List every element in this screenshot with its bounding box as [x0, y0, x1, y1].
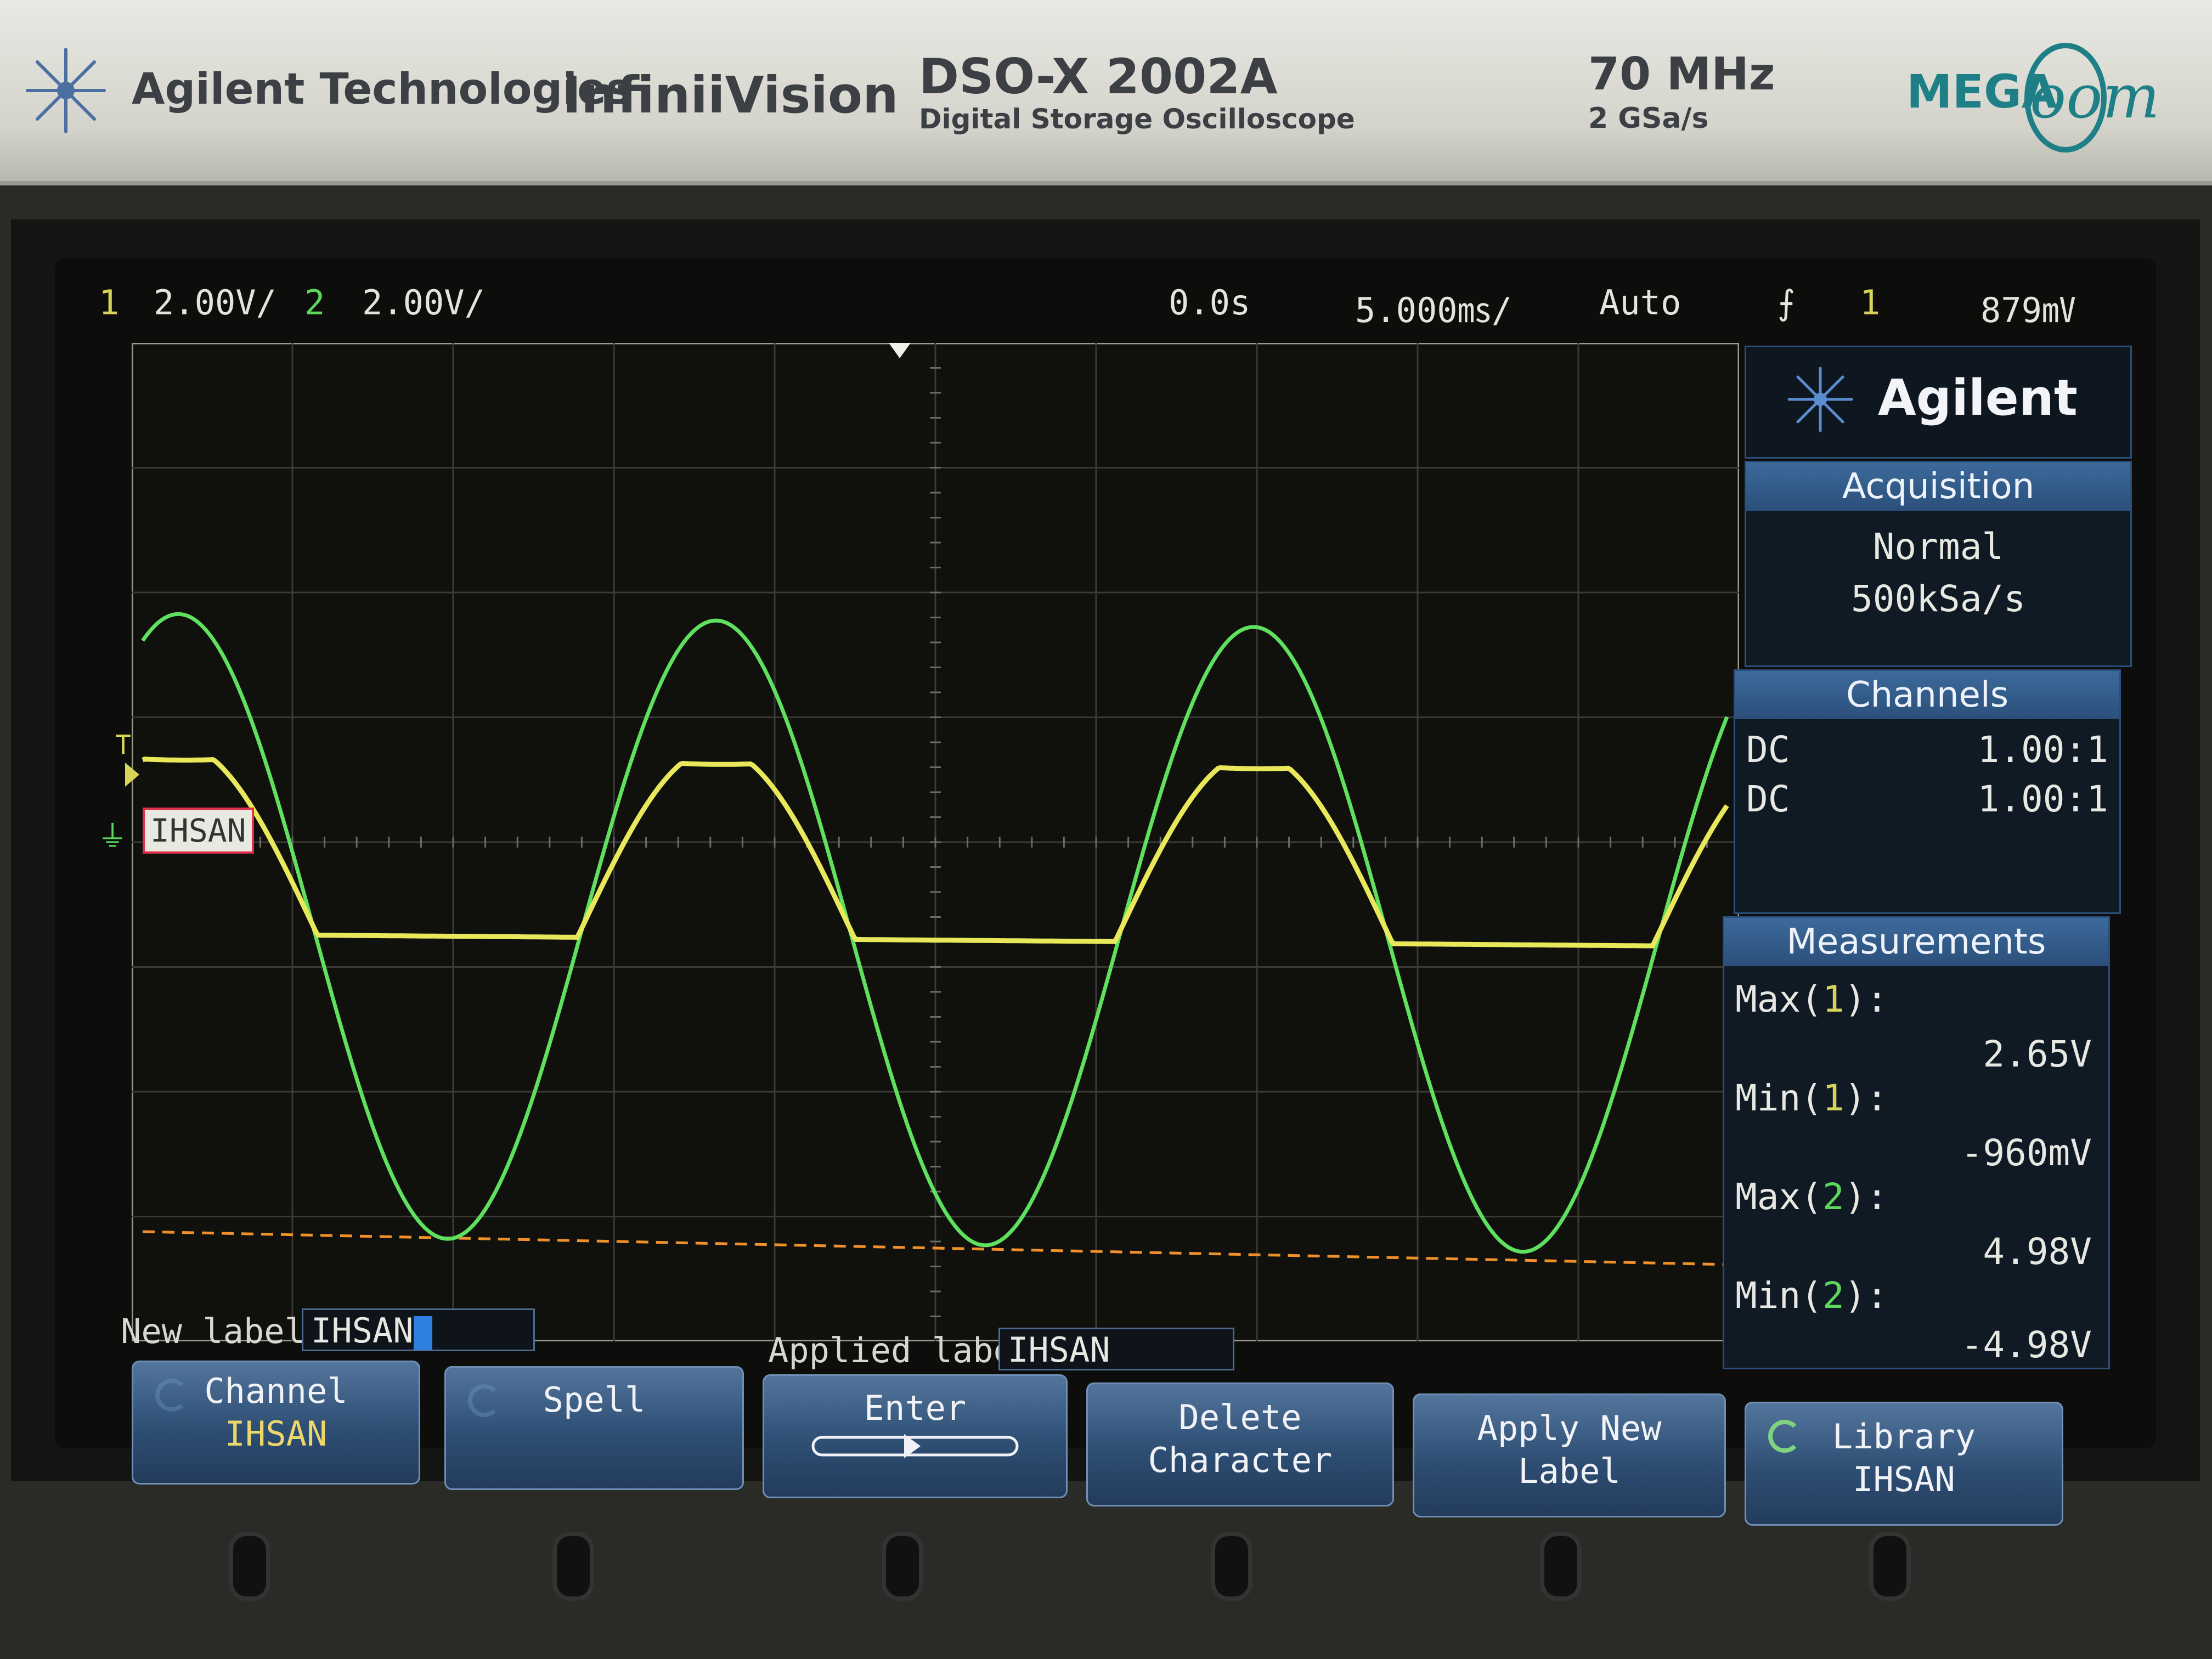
enter-arrow-icon — [811, 1434, 1019, 1458]
ch1-ground-arrow-icon[interactable] — [125, 763, 139, 787]
hardware-softkey-4[interactable] — [1215, 1536, 1248, 1596]
info-panel: Agilent Acquisition Normal 500kSa/s Chan… — [1723, 346, 2140, 1369]
hardware-softkey-5[interactable] — [1544, 1536, 1577, 1596]
hardware-softkey-6[interactable] — [1874, 1536, 1906, 1596]
brand-name: Agilent Technologies — [132, 65, 632, 114]
acquisition-title[interactable]: Acquisition — [1746, 462, 2130, 511]
ch1-scale[interactable]: 2.00V/ — [154, 283, 276, 323]
trigger-source[interactable]: 1 — [1860, 283, 1880, 323]
text-cursor — [413, 1316, 432, 1350]
measurement-value-max2: 4.98V — [1983, 1231, 2092, 1273]
panel-logo-text: Agilent — [1878, 369, 2078, 427]
enter-softkey[interactable]: Enter — [763, 1374, 1068, 1498]
waveform-graticule[interactable] — [132, 343, 1739, 1341]
measurements-title[interactable]: Measurements — [1724, 918, 2108, 966]
ch1-probe-ratio: 1.00:1 — [1977, 729, 2108, 771]
time-delay[interactable]: 0.0s — [1169, 283, 1250, 323]
hardware-softkey-1[interactable] — [233, 1536, 266, 1596]
agilent-spark-icon — [1787, 366, 1853, 432]
ch1-number[interactable]: 1 — [99, 283, 119, 323]
applied-label-field: IHSAN — [998, 1328, 1234, 1370]
time-scale[interactable]: 5.000㎳/ — [1355, 283, 1512, 332]
library-softkey[interactable]: Library IHSAN — [1745, 1402, 2063, 1526]
channel-softkey[interactable]: Channel IHSAN — [132, 1361, 420, 1485]
measurement-value-max1: 2.65V — [1983, 1033, 2092, 1075]
measurement-label: Min(2): — [1735, 1274, 1888, 1317]
entry-knob-icon — [155, 1379, 188, 1412]
spell-softkey[interactable]: Spell — [444, 1366, 744, 1490]
entry-knob-icon — [468, 1384, 501, 1417]
series-name: InfiniiVision — [562, 66, 899, 125]
model-description: Digital Storage Oscilloscope — [919, 103, 1355, 135]
hardware-softkey-3[interactable] — [886, 1536, 919, 1596]
measurement-label: Max(1): — [1735, 978, 1888, 1020]
model-number: DSO-X 2002A — [919, 48, 1278, 105]
front-panel-header: Agilent Technologies InfiniiVision DSO-X… — [0, 0, 2212, 185]
acquisition-rate: 500kSa/s — [1851, 578, 2025, 620]
ch1-coupling: DC — [1746, 729, 1790, 771]
channels-section[interactable]: Channels DC 1.00:1 DC 1.00:1 — [1734, 669, 2121, 914]
ch2-number[interactable]: 2 — [304, 283, 325, 323]
trigger-level-marker[interactable]: T — [115, 730, 131, 760]
agilent-spark-icon — [26, 48, 106, 133]
ch2-probe-ratio: 1.00:1 — [1977, 778, 2108, 820]
ground-symbol-icon[interactable]: ⏚ — [98, 812, 127, 855]
sample-rate-spec: 2 GSa/s — [1588, 102, 1709, 135]
acquisition-mode: Normal — [1872, 526, 2004, 568]
measurements-section[interactable]: Measurements Max(1): 2.65V Min(1): -960m… — [1723, 916, 2110, 1369]
hardware-softkey-2[interactable] — [557, 1536, 590, 1596]
new-label-field[interactable]: IHSAN — [302, 1308, 535, 1351]
entry-knob-icon — [1768, 1420, 1801, 1453]
measurement-label: Max(2): — [1735, 1176, 1888, 1218]
delete-character-softkey[interactable]: Delete Character — [1086, 1383, 1394, 1506]
ch1-label-tag[interactable]: IHSAN — [143, 808, 254, 854]
trigger-level[interactable]: 879㎷ — [1980, 283, 2076, 332]
measurement-value-min1: -960mV — [1961, 1132, 2092, 1174]
ch2-coupling: DC — [1746, 778, 1790, 820]
bandwidth-spec: 70 MHz — [1588, 48, 1775, 100]
agilent-logo-box: Agilent — [1745, 346, 2132, 459]
trigger-mode[interactable]: Auto — [1599, 283, 1681, 323]
oscilloscope-screen: 1 2.00V/ 2 2.00V/ 0.0s 5.000㎳/ Auto ⨍ 1 … — [55, 258, 2156, 1526]
acquisition-section[interactable]: Acquisition Normal 500kSa/s — [1745, 461, 2132, 667]
channels-title[interactable]: Channels — [1735, 671, 2119, 719]
apply-new-label-softkey[interactable]: Apply New Label — [1413, 1393, 1726, 1517]
trigger-edge-icon: ⨍ — [1778, 283, 1796, 323]
megazoom-logo-suffix: oom — [2030, 61, 2160, 132]
measurement-label: Min(1): — [1735, 1077, 1888, 1119]
measurement-value-min2: -4.98V — [1961, 1324, 2092, 1366]
ch2-scale[interactable]: 2.00V/ — [362, 283, 485, 323]
